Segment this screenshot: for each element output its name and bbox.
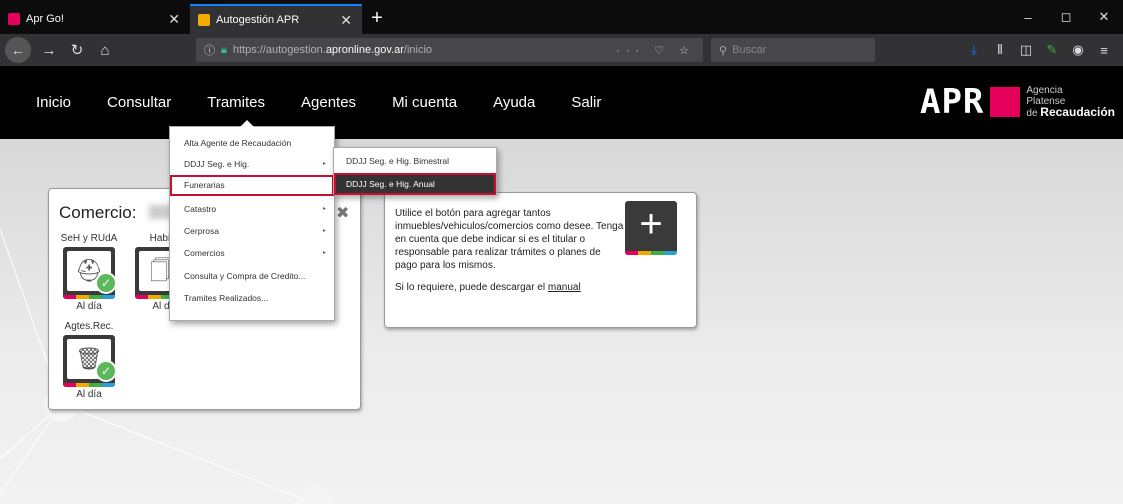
tab-title: Autogestión APR [216,14,300,26]
library-icon[interactable]: ⫴ [987,42,1013,58]
service-status: Al día [76,389,102,400]
add-items-text: Utilice el botón para agregar tantos inm… [395,207,625,303]
close-tab-icon[interactable]: ✕ [340,12,352,29]
manual-link[interactable]: manual [548,282,581,293]
url-prefix: https://autogestion. [232,44,326,56]
url-host: apronline.gov.ar [325,44,404,56]
menu-consultar[interactable]: Consultar [107,94,171,111]
menu-item-label: Tramites Realizados... [184,293,269,303]
menu-inicio[interactable]: Inicio [36,94,71,111]
chevron-right-icon: ▸ [322,206,326,212]
menu-salir[interactable]: Salir [571,94,601,111]
close-card-icon[interactable]: ✖ [336,203,349,223]
menu-item-label: Consulta y Compra de Credito... [184,271,306,281]
service-status: Al día [76,301,102,312]
logo-text: Agencia Platense de Recaudación [1026,85,1115,119]
manual-prefix: Si lo requiere, puede descargar el [395,282,548,293]
submenu-item-anual[interactable]: DDJJ Seg. e Hig. Anual [334,173,496,195]
manual-paragraph: Si lo requiere, puede descargar el manua… [395,281,625,294]
menu-item-alta-agente[interactable]: Alta Agente de Recaudación [170,133,334,154]
logo-line3-prefix: de [1026,108,1041,119]
submenu-item-bimestral[interactable]: DDJJ Seg. e Hig. Bimestral [334,150,496,172]
search-icon: ⚲ [719,44,728,57]
service-seh-ruda[interactable]: SeH y RUdA ⛑ ✓ Al día [59,233,119,312]
download-icon[interactable]: ⤓ [961,42,987,58]
home-icon[interactable]: ⌂ [91,42,119,59]
extension-icon[interactable]: ✎ [1039,42,1065,58]
lock-icon: 🔒︎ [221,43,227,56]
apr-logo[interactable]: APR Agencia Platense de Recaudación [920,80,1115,124]
menu-item-label: Funerarias [184,180,225,190]
url-bar[interactable]: ⓘ 🔒︎ https://autogestion. apronline.gov.a… [196,38,703,62]
logo-square [990,87,1021,117]
ddjj-submenu: DDJJ Seg. e Hig. Bimestral DDJJ Seg. e H… [333,147,497,195]
menu-item-comercios[interactable]: Comercios ▸ [170,243,334,264]
check-icon: ✓ [95,272,117,294]
logo-line1: Agencia [1026,85,1063,96]
chevron-right-icon: ▸ [322,250,326,256]
menu-item-label: Cerprosa [184,226,219,236]
service-label: SeH y RUdA [60,233,118,244]
minimize-icon[interactable]: – [1009,10,1047,25]
chevron-right-icon: ▸ [322,161,326,167]
menu-item-label: Comercios [184,248,225,258]
logo-mark: APR [919,82,985,122]
chevron-right-icon: ▸ [322,228,326,234]
add-items-card: Utilice el botón para agregar tantos inm… [384,192,697,328]
tramites-dropdown: Alta Agente de Recaudación DDJJ Seg. e H… [169,120,335,321]
maximize-icon[interactable]: ◻ [1047,9,1085,25]
dropdown-caret [240,120,254,127]
reload-icon[interactable]: ↻ [63,41,91,59]
url-path: /inicio [403,44,433,56]
autogestion-favicon-icon [198,14,210,26]
search-input[interactable]: ⚲ Buscar [711,38,875,62]
menu-agentes[interactable]: Agentes [301,94,356,111]
back-icon[interactable]: ← [5,37,31,63]
menu-item-ddjj-seg-hig[interactable]: DDJJ Seg. e Hig. ▸ [170,154,334,175]
logo-line3-bold: Recaudación [1040,105,1115,119]
menu-item-consulta-compra-credito[interactable]: Consulta y Compra de Credito... [170,266,334,287]
tab-title: Apr Go! [26,13,64,25]
browser-toolbar: ⤓ ⫴ ◫ ✎ ◉ ≡ [961,38,1117,62]
close-window-icon[interactable]: ✕ [1085,9,1123,25]
menu-item-label: Alta Agente de Recaudación [184,138,292,148]
add-item-button[interactable]: + [625,201,677,255]
check-icon: ✓ [95,360,117,382]
forward-icon[interactable]: → [35,42,63,59]
add-items-paragraph: Utilice el botón para agregar tantos inm… [395,208,624,271]
window-controls: – ◻ ✕ [1009,0,1123,34]
menu-mi-cuenta[interactable]: Mi cuenta [392,94,457,111]
menu-ayuda[interactable]: Ayuda [493,94,535,111]
menu-item-label: DDJJ Seg. e Hig. [184,159,250,169]
menu-item-tramites-realizados[interactable]: Tramites Realizados... [170,288,334,309]
account-icon[interactable]: ◉ [1065,42,1091,58]
browser-tab-bar: Apr Go! ✕ Autogestión APR ✕ + – ◻ ✕ [0,0,1123,34]
browser-nav-bar: ← → ↻ ⌂ ⓘ 🔒︎ https://autogestion. apronli… [0,34,1123,66]
plus-icon: + [639,202,663,246]
sidebar-icon[interactable]: ◫ [1013,42,1039,58]
menu-tramites[interactable]: Tramites [207,94,265,111]
new-tab-button[interactable]: + [362,4,392,34]
menu-item-cerprosa[interactable]: Cerprosa ▸ [170,221,334,242]
close-tab-icon[interactable]: ✕ [168,11,180,28]
search-placeholder: Buscar [732,44,767,56]
menu-item-label: Catastro [184,204,217,214]
service-label: Agtes.Rec. [64,321,114,332]
browser-tab-apr-go[interactable]: Apr Go! ✕ [0,4,190,34]
service-agtes-rec[interactable]: Agtes.Rec. 🗑 ✓ Al día [59,321,119,400]
page-actions-icon[interactable]: ··· ♡ ☆ [616,44,695,57]
browser-tab-autogestion[interactable]: Autogestión APR ✕ [190,4,362,34]
menu-icon[interactable]: ≡ [1091,43,1117,58]
menu-item-catastro[interactable]: Catastro ▸ [170,199,334,220]
main-menu: Inicio Consultar Tramites Agentes Mi cue… [36,66,637,139]
apr-favicon-icon [8,13,20,25]
menu-item-funerarias[interactable]: Funerarias [170,175,334,196]
comercio-title: Comercio: [59,203,137,222]
info-icon[interactable]: ⓘ [204,42,215,58]
